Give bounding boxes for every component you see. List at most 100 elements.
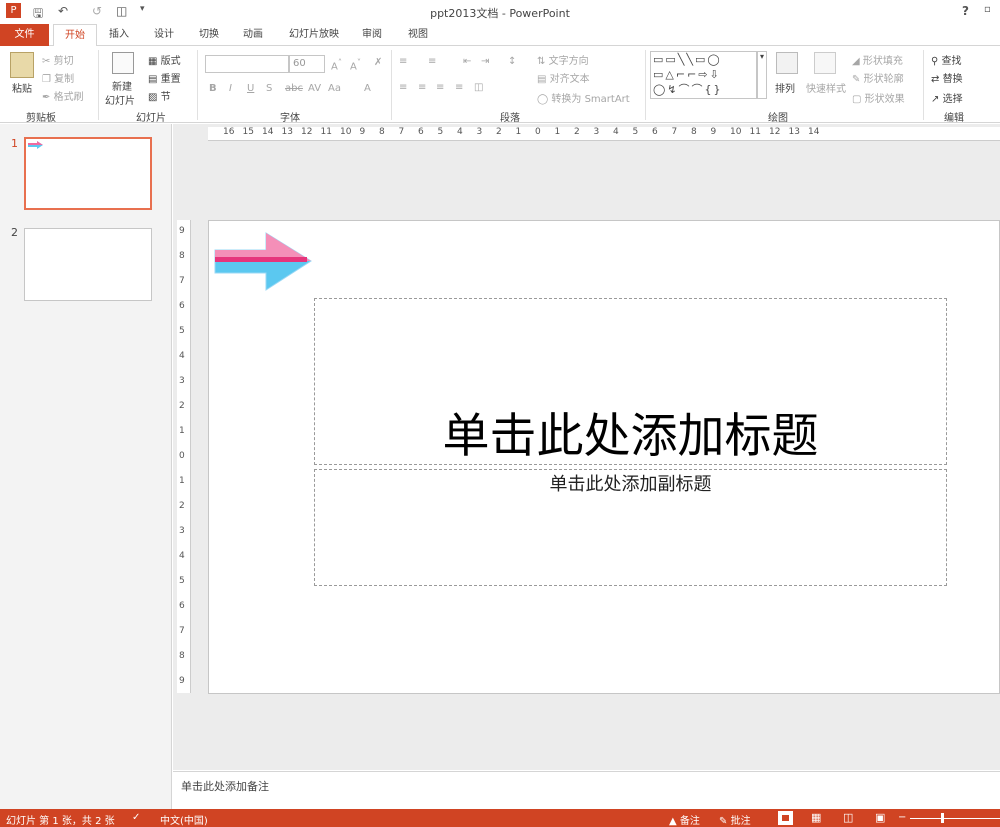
tab-insert[interactable]: 插入 (102, 24, 136, 46)
ruler-tick-label: 2 (574, 127, 580, 137)
comments-button[interactable]: ✎ 批注 (719, 812, 751, 827)
underline-icon[interactable]: U (247, 83, 254, 94)
replace-label: 替换 (942, 74, 963, 85)
tab-file[interactable]: 文件 (0, 24, 49, 46)
title-placeholder[interactable]: 单击此处添加标题 (314, 298, 947, 465)
new-slide-icon[interactable] (112, 52, 134, 74)
select-button[interactable]: ↗ 选择 (931, 90, 963, 105)
zoom-slider-thumb[interactable] (941, 813, 944, 823)
reset-button[interactable]: ▤ 重置 (148, 70, 181, 85)
zoom-out-icon[interactable]: − (898, 812, 906, 823)
justify-icon[interactable]: ≡ (455, 82, 463, 93)
font-family-dropdown[interactable] (205, 55, 289, 73)
strikethrough-icon[interactable]: abc (285, 83, 303, 94)
quick-styles-icon[interactable] (814, 52, 836, 74)
text-direction-button[interactable]: ⇅ 文字方向 (537, 52, 589, 67)
shape-fill-button[interactable]: ◢ 形状填充 (852, 52, 903, 67)
arrange-button[interactable]: 排列 (775, 80, 795, 95)
normal-view-button[interactable] (778, 811, 793, 825)
tab-animations[interactable]: 动画 (236, 24, 270, 46)
change-case-icon[interactable]: Aa (328, 83, 341, 94)
ruler-tick-label: 3 (179, 376, 185, 386)
quick-styles-button[interactable]: 快速样式 (806, 80, 846, 95)
tab-slideshow[interactable]: 幻灯片放映 (282, 24, 346, 46)
scissors-icon: ✂ (42, 56, 51, 67)
clear-format-icon[interactable]: ✗ (374, 57, 382, 68)
align-right-icon[interactable]: ≡ (436, 82, 444, 93)
replace-button[interactable]: ⇄ 替换 (931, 70, 963, 85)
notes-toggle-button[interactable]: ▲ 备注 (669, 812, 700, 827)
bold-icon[interactable]: B (209, 83, 217, 94)
spellcheck-icon[interactable]: ✓ (132, 812, 140, 823)
columns-icon[interactable]: ◫ (474, 82, 483, 93)
align-center-icon[interactable]: ≡ (418, 82, 426, 93)
tab-home[interactable]: 开始 (53, 24, 97, 47)
layout-button[interactable]: ▦ 版式 (148, 52, 181, 67)
numbering-icon[interactable]: ≡ (428, 56, 436, 67)
zoom-slider[interactable] (910, 818, 1000, 819)
new-slide-label-2[interactable]: 幻灯片 (105, 92, 135, 107)
group-label-paragraph: 段落 (500, 113, 520, 124)
char-spacing-icon[interactable]: AV (308, 83, 321, 94)
ruler-tick-label: 1 (179, 426, 185, 436)
ruler-tick-label: 3 (179, 526, 185, 536)
reading-view-button[interactable]: ◫ (843, 811, 858, 825)
language-indicator[interactable]: 中文(中国) (160, 812, 208, 827)
vertical-ruler: 9 8 7 6 5 4 3 2 1 0 1 2 3 4 5 6 7 8 9 (177, 220, 191, 693)
ruler-tick-label: 7 (398, 127, 405, 137)
align-left-icon[interactable]: ≡ (399, 82, 407, 93)
slideshow-button[interactable]: ▣ (875, 811, 890, 825)
group-label-clipboard: 剪贴板 (26, 113, 56, 124)
tab-design[interactable]: 设计 (147, 24, 181, 46)
slide-thumbnail-1[interactable] (24, 137, 152, 210)
format-painter-button[interactable]: ✒ 格式刷 (42, 88, 84, 103)
section-icon: ▨ (148, 92, 158, 103)
tab-view[interactable]: 视图 (399, 24, 437, 46)
cursor-icon: ↗ (931, 94, 940, 105)
ruler-tick-label: 16 (223, 127, 235, 137)
line-spacing-icon[interactable]: ↕ (508, 56, 516, 67)
effects-icon: ▢ (852, 94, 862, 105)
new-slide-label-1[interactable]: 新建 (112, 78, 132, 93)
find-button[interactable]: ⚲ 查找 (931, 52, 962, 67)
align-text-button[interactable]: ▤ 对齐文本 (537, 70, 590, 85)
arrow-shape[interactable] (213, 231, 313, 293)
smartart-button[interactable]: ◯ 转换为 SmartArt (537, 90, 630, 105)
copy-button[interactable]: ❐ 复制 (42, 70, 74, 85)
decrease-indent-icon[interactable]: ⇤ (463, 56, 471, 67)
increase-indent-icon[interactable]: ⇥ (481, 56, 489, 67)
section-button[interactable]: ▨ 节 (148, 88, 171, 103)
font-size-dropdown[interactable]: 60 (289, 55, 325, 73)
ruler-tick-label: 4 (613, 127, 619, 137)
copy-icon: ❐ (42, 74, 51, 85)
reset-label: 重置 (160, 74, 181, 85)
shrink-font-icon[interactable]: A˅ (350, 57, 361, 72)
ruler-tick-label: 6 (179, 601, 185, 611)
shape-effects-button[interactable]: ▢ 形状效果 (852, 90, 905, 105)
font-color-icon[interactable]: A (364, 83, 371, 94)
cut-button[interactable]: ✂ 剪切 (42, 52, 74, 67)
paste-button[interactable]: 粘贴 (12, 80, 32, 95)
bullets-icon[interactable]: ≡ (399, 56, 407, 67)
ruler-tick-label: 14 (262, 127, 274, 137)
shapes-gallery[interactable]: ▭▭╲╲▭◯ ▭△⌐⌐⇨⇩ ◯↯⌒⌒{} (650, 51, 757, 99)
shadow-icon[interactable]: S (266, 83, 272, 94)
separator (98, 50, 99, 120)
comments-label: 批注 (730, 816, 751, 827)
slide-sorter-button[interactable]: ▦ (811, 811, 826, 825)
shapes-more-icon[interactable]: ▾ (757, 51, 767, 99)
slide-thumbnail-2[interactable] (24, 228, 152, 301)
grow-font-icon[interactable]: A˄ (331, 57, 342, 72)
help-button[interactable]: ? (962, 4, 969, 18)
ribbon-options-icon[interactable]: ▫ (984, 4, 991, 15)
paste-icon[interactable] (10, 52, 34, 78)
notes-pane[interactable]: 单击此处添加备注 (173, 771, 1000, 809)
italic-icon[interactable]: I (229, 83, 232, 94)
smartart-icon: ◯ (537, 94, 549, 105)
subtitle-placeholder[interactable]: 单击此处添加副标题 (314, 469, 947, 586)
separator (645, 50, 646, 120)
tab-review[interactable]: 审阅 (355, 24, 389, 46)
arrange-icon[interactable] (776, 52, 798, 74)
tab-transitions[interactable]: 切换 (192, 24, 226, 46)
shape-outline-button[interactable]: ✎ 形状轮廓 (852, 70, 904, 85)
